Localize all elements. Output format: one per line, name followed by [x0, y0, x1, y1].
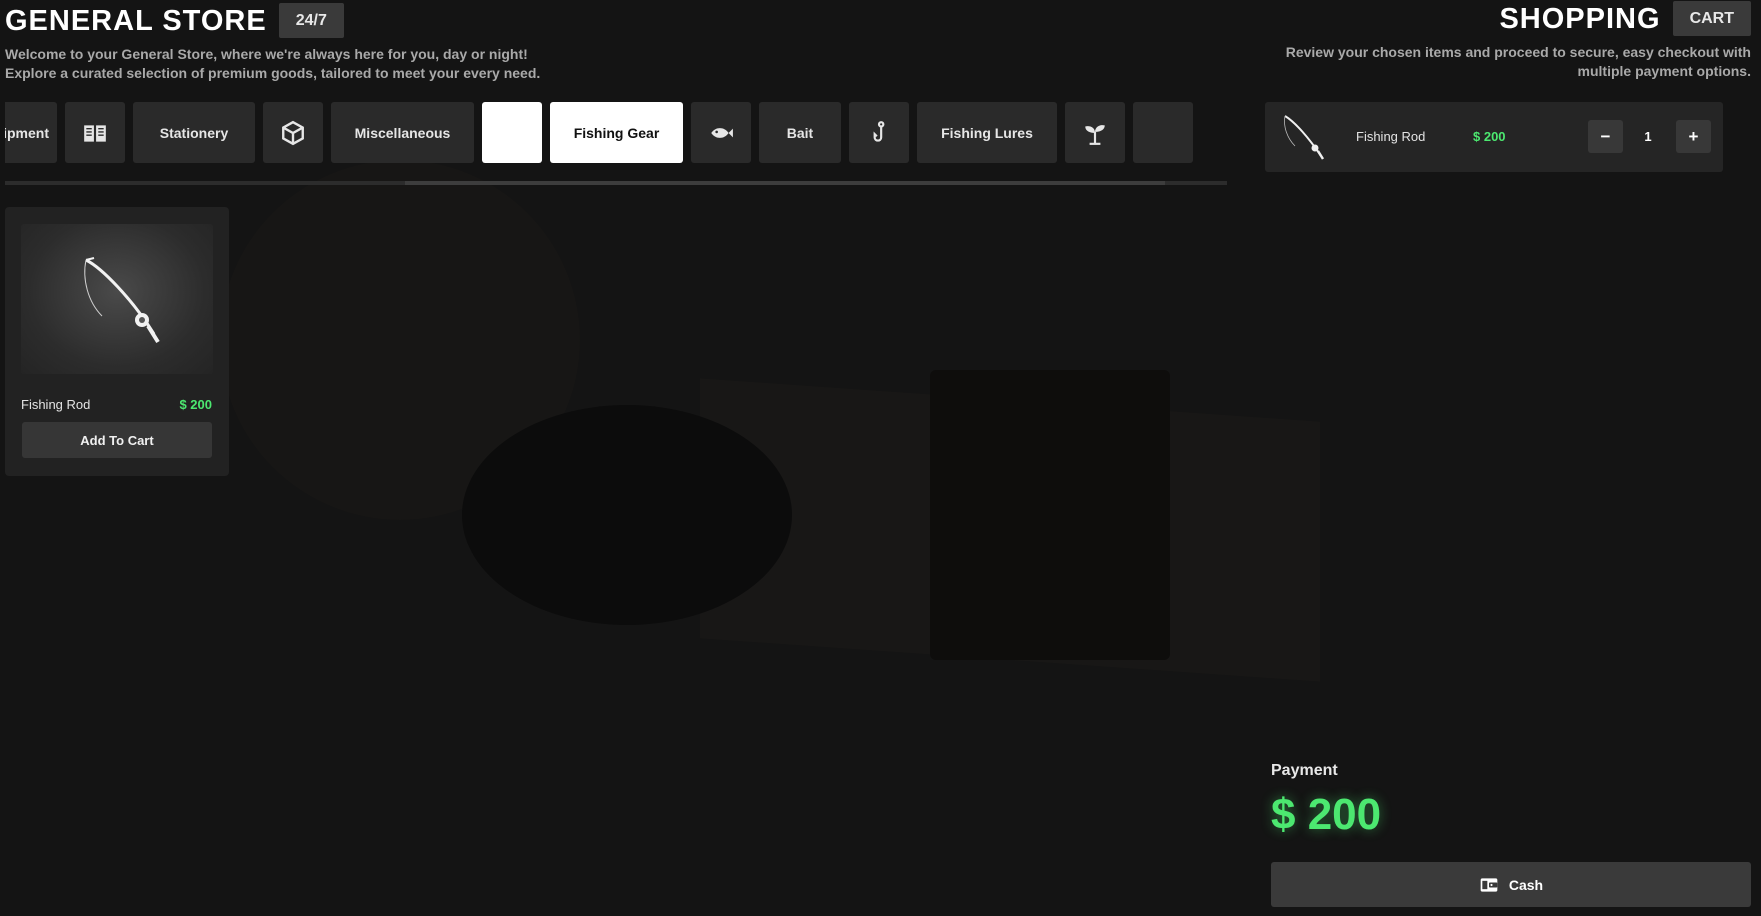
cart-subtitle-line1: Review your chosen items and proceed to …	[1285, 44, 1751, 60]
cart-subtitle: Review your chosen items and proceed to …	[1286, 43, 1751, 81]
bg-shape	[462, 405, 792, 625]
pay-cash-button[interactable]: Cash	[1271, 862, 1751, 907]
store-subtitle-line2: Explore a curated selection of premium g…	[5, 65, 541, 81]
product-image	[21, 224, 213, 374]
cart-item-price: $ 200	[1473, 129, 1506, 144]
cart-badge: CART	[1672, 1, 1751, 36]
sprout-icon	[1085, 124, 1105, 145]
category-equipment[interactable]: Equipment	[5, 102, 57, 163]
category-plants-icon-tile[interactable]	[1065, 102, 1125, 163]
wallet-icon	[1480, 877, 1498, 892]
category-miscellaneous[interactable]: Miscellaneous	[331, 102, 474, 163]
cart-item: Fishing Rod $ 200 − 1 +	[1265, 102, 1723, 172]
add-to-cart-button[interactable]: Add To Cart	[22, 422, 212, 458]
store-hours-badge: 24/7	[278, 3, 344, 38]
category-books-icon-tile[interactable]	[65, 102, 125, 163]
category-label: Stationery	[159, 124, 229, 141]
cart-subtitle-line2: multiple payment options.	[1577, 63, 1751, 79]
increase-quantity-button[interactable]: +	[1676, 120, 1711, 153]
category-scrollbar[interactable]	[5, 181, 1227, 185]
category-label: Equipment	[5, 124, 49, 141]
category-scrollbar-thumb[interactable]	[405, 181, 1165, 185]
category-fishing-gear[interactable]: Fishing Gear	[550, 102, 683, 163]
cart-title: SHOPPING	[1499, 2, 1661, 35]
category-bar: Equipment Stationery Miscellaneous Fishi…	[5, 102, 1227, 163]
category-label: Fishing Gear	[573, 124, 660, 141]
store-title: GENERAL STORE	[5, 4, 267, 37]
box-icon	[282, 120, 304, 145]
hook-icon	[873, 120, 885, 142]
category-lures-icon-tile[interactable]	[849, 102, 909, 163]
product-name: Fishing Rod	[21, 397, 91, 412]
category-fishing-gear-icon-tile[interactable]	[482, 102, 542, 163]
store-subtitle-line1: Welcome to your General Store, where we'…	[5, 46, 528, 62]
cart-header: SHOPPING CART Review your chosen items a…	[1286, 1, 1751, 81]
book-icon	[84, 124, 106, 142]
category-stationery[interactable]: Stationery	[133, 102, 255, 163]
category-misc-icon-tile[interactable]	[263, 102, 323, 163]
payment-label: Payment	[1271, 762, 1338, 779]
decrease-quantity-button[interactable]: −	[1588, 120, 1623, 153]
pay-method-label: Cash	[1508, 876, 1544, 893]
category-next-tile[interactable]	[1133, 102, 1193, 163]
cart-item-name: Fishing Rod	[1356, 129, 1426, 144]
category-label: Miscellaneous	[354, 124, 451, 141]
payment-total: $ 200	[1271, 790, 1382, 839]
fishing-rod-icon	[1284, 115, 1325, 160]
category-bait[interactable]: Bait	[759, 102, 841, 163]
category-label: Bait	[786, 124, 814, 141]
quantity-value: 1	[1644, 129, 1652, 144]
product-card: Fishing Rod $ 200 Add To Cart	[5, 207, 229, 476]
fishing-rod-icon	[501, 121, 521, 141]
product-price: $ 200	[179, 397, 212, 412]
fishing-rod-icon	[84, 257, 160, 344]
fish-icon	[711, 127, 733, 138]
category-label: Fishing Lures	[941, 124, 1033, 141]
store-header: GENERAL STORE 24/7 Welcome to your Gener…	[5, 3, 540, 83]
store-subtitle: Welcome to your General Store, where we'…	[5, 45, 540, 83]
category-fishing-lures[interactable]: Fishing Lures	[917, 102, 1057, 163]
category-bait-icon-tile[interactable]	[691, 102, 751, 163]
bg-shape	[930, 370, 1170, 660]
